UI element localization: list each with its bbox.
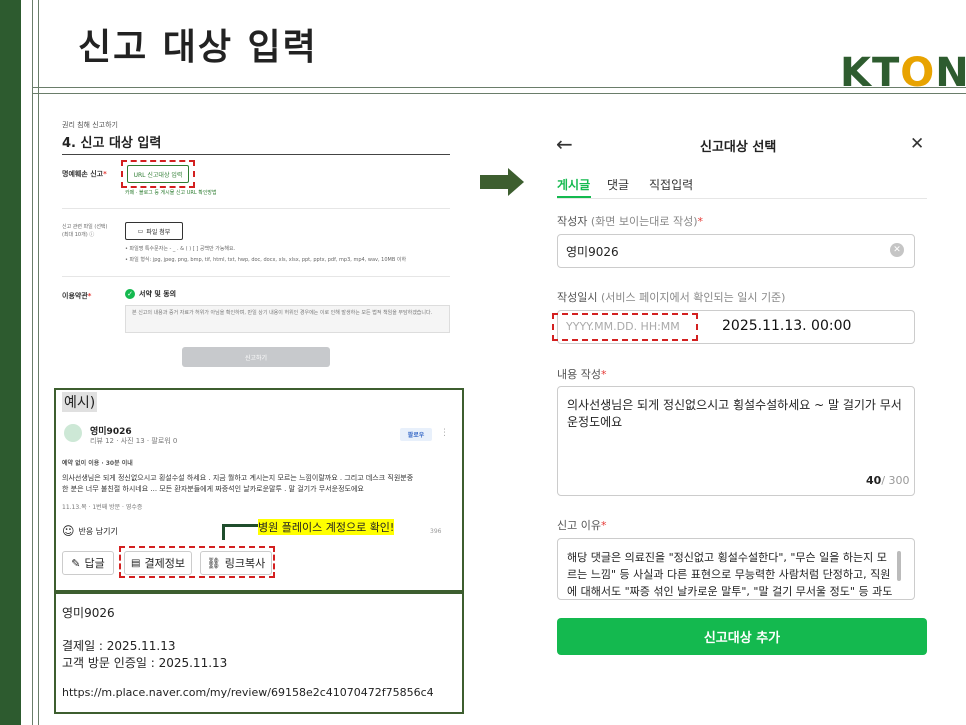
breadcrumb: 권리 침해 신고하기 <box>62 121 118 129</box>
back-icon[interactable]: ← <box>556 132 573 156</box>
char-count: 40/ 300 <box>866 474 910 487</box>
info-name: 영미9026 <box>62 606 115 620</box>
example-label: 예시) <box>62 392 98 412</box>
frame-line <box>32 93 966 94</box>
frame-line <box>32 87 966 88</box>
date-value: 2025.11.13. 00:00 <box>722 318 852 334</box>
avatar <box>64 424 82 442</box>
check-icon: ✓ <box>125 289 135 299</box>
tab-comment[interactable]: 댓글 <box>607 176 629 193</box>
callout-line <box>222 526 225 540</box>
author-label: 작성자 (화면 보이는대로 작성)* <box>557 215 704 228</box>
visit-date: 고객 방문 인증일 : 2025.11.13 <box>62 656 228 670</box>
more-icon[interactable]: ⋮ <box>440 428 449 438</box>
content-label: 내용 작성* <box>557 368 607 381</box>
divider <box>62 154 450 155</box>
reaction-button[interactable]: ☺ 반응 남기기 <box>62 524 118 538</box>
frame-line <box>38 0 39 725</box>
divider <box>62 276 450 277</box>
highlight-box <box>121 160 195 188</box>
callout-note: 병원 플레이스 계정으로 확인! <box>258 519 395 535</box>
callout-line <box>222 524 258 527</box>
file-attach-button[interactable]: ▭ 파일 첨부 <box>125 222 183 240</box>
divider <box>557 198 927 199</box>
visit-type: 예약 없이 이용 · 30분 이내 <box>62 460 133 467</box>
divider <box>62 208 450 209</box>
add-target-button[interactable]: 신고대상 추가 <box>557 618 927 655</box>
frame-line <box>32 0 33 725</box>
agree-text: 본 신고의 내용과 증거 자료가 허위가 아님을 확인하며, 만일 상기 내용이… <box>125 305 450 333</box>
reason-label: 신고 이유* <box>557 519 607 532</box>
date-label: 작성일시 (서비스 페이지에서 확인되는 일시 기준) <box>557 291 786 304</box>
visit-meta: 11.13.목 · 1번째 방문 · 영수증 <box>62 504 143 511</box>
file-note: • 파일명 특수문자는 - _ . & ( ) [ ] 공백만 가능해요. <box>125 246 236 252</box>
reviewer-meta: 리뷰 12 · 사진 13 · 팔로워 0 <box>90 437 178 445</box>
close-icon[interactable]: ✕ <box>910 134 924 154</box>
defamation-label: 명예훼손 신고* <box>62 170 107 178</box>
smile-icon: ☺ <box>62 524 75 538</box>
modal-title: 신고대상 선택 <box>700 140 777 155</box>
pay-date: 결제일 : 2025.11.13 <box>62 639 176 653</box>
sidebar-stripe <box>0 0 21 725</box>
file-label: 신고 관련 파일 (선택) <box>62 224 108 230</box>
arrow-icon <box>508 168 524 196</box>
review-url: https://m.place.naver.com/my/review/6915… <box>62 686 434 699</box>
tab-direct[interactable]: 직접입력 <box>649 176 693 193</box>
clear-icon[interactable]: ✕ <box>890 243 904 257</box>
review-text: 의사선생님은 되게 정신없으시고 횡설수설 하세요 . 지금 뭘하고 계시는지 … <box>62 474 414 493</box>
agree-checkbox[interactable]: ✓ 서약 및 동의 <box>125 289 176 299</box>
slide-title: 신고 대상 입력 <box>78 27 318 68</box>
scrollbar[interactable] <box>897 551 901 581</box>
author-value: 영미9026 <box>566 245 619 259</box>
reply-button[interactable]: ✎ 답글 <box>62 551 114 575</box>
reason-value: 해당 댓글은 의료진을 "정신없고 횡설수설한다", "무슨 일을 하는지 모르… <box>567 551 893 597</box>
submit-button[interactable]: 신고하기 <box>182 347 330 367</box>
highlight-box <box>119 546 275 578</box>
file-sub: (최대 10개) ⓘ <box>62 232 95 238</box>
tab-post[interactable]: 게시글 <box>557 176 590 193</box>
arrow-icon <box>480 175 508 189</box>
follow-button[interactable]: 팔로우 <box>400 428 432 441</box>
url-help-link[interactable]: 카페 · 블로그 등 게시물 신고 URL 확인방법 <box>125 189 217 196</box>
content-value: 의사선생님은 되게 정신없으시고 횡설수설하세요 ~ 말 걸기가 무서운정도에요 <box>567 398 902 429</box>
view-count: 396 <box>430 528 442 535</box>
pencil-icon: ✎ <box>71 556 81 570</box>
section-title: 4. 신고 대상 입력 <box>62 136 162 151</box>
file-note: • 파일 형식: jpg, jpeg, png, bmp, tif, html,… <box>125 257 407 263</box>
kton-logo: KTON <box>840 50 966 96</box>
terms-label: 이용약관* <box>62 292 92 300</box>
file-icon: ▭ <box>137 227 144 235</box>
highlight-box <box>552 313 698 341</box>
